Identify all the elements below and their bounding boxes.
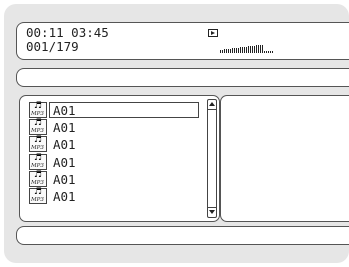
level-bar [234,48,235,53]
mp3-file-icon: ♬ MP3 [29,102,47,118]
music-note-icon: ♬ [34,118,43,129]
mp3-file-icon: ♬ MP3 [29,118,47,136]
list-item-label: A01 [53,120,76,136]
mp3-file-icon: ♬ MP3 [29,169,47,187]
mp3-file-icon: ♬ MP3 [29,152,47,170]
level-bar [268,51,269,53]
mp3-label: MP3 [31,179,44,186]
music-note-icon: ♬ [34,187,43,197]
level-bar [248,46,249,53]
time-display: 00:11 03:45 [26,26,109,39]
mp3-label: MP3 [31,197,44,203]
elapsed-time: 00:11 [26,25,64,40]
list-item[interactable]: ♬ MP3 A01 [29,136,202,153]
scroll-down-arrow-icon[interactable] [208,207,216,217]
level-bar [250,46,251,53]
level-bar [252,46,253,53]
level-bar [224,49,225,53]
mp3-label: MP3 [31,111,44,117]
list-item-label: A01 [49,102,199,118]
level-bar [228,49,229,53]
level-bar [258,45,259,53]
level-bar [260,45,261,53]
mp3-label: MP3 [31,162,44,169]
mp3-file-icon: ♬ MP3 [29,135,47,153]
list-item[interactable]: ♬ MP3 A01 [29,169,202,188]
list-item[interactable]: ♬ MP3 A01 [29,102,202,119]
level-bar [230,49,231,53]
level-bar [254,46,255,53]
preview-panel [220,95,349,222]
level-bar [264,51,265,53]
level-bar [266,51,267,53]
mp3-file-icon: ♬ MP3 [29,188,47,204]
level-bar [236,48,237,53]
level-bar [242,47,243,53]
level-bar [244,47,245,53]
file-list[interactable]: ♬ MP3 A01 ♬ MP3 A01 ♬ MP3 A01 ♬ MP3 A01 ♬ MP3 A01 ♬ MP3 A… [19,95,220,222]
player-screen: 00:11 03:45 001/179 ♬ MP3 A01 ♬ MP3 A01 ♬ MP3 A0… [4,4,349,263]
music-note-icon: ♬ [34,169,43,180]
track-position: 001/179 [26,39,79,54]
level-bar [270,51,271,53]
status-bar [16,68,349,87]
list-item-label: A01 [53,154,76,170]
list-item[interactable]: ♬ MP3 A01 [29,188,202,205]
playback-info-panel: 00:11 03:45 001/179 [16,22,349,60]
level-bar [238,48,239,53]
level-bar [246,47,247,53]
music-note-icon: ♬ [34,101,43,111]
music-note-icon: ♬ [34,152,43,163]
music-note-icon: ♬ [34,135,43,146]
mp3-label: MP3 [31,145,44,152]
list-item[interactable]: ♬ MP3 A01 [29,119,202,136]
total-time: 03:45 [71,25,109,40]
list-item-label: A01 [53,189,76,204]
level-bar [262,45,263,53]
bottom-status-bar [16,226,349,245]
level-bar [272,51,273,53]
list-item-label: A01 [53,171,76,187]
level-bar [232,48,233,53]
level-bar [220,50,221,53]
list-item-label: A01 [53,137,76,153]
level-bar [240,47,241,53]
level-bar [222,50,223,53]
level-meter [220,43,273,53]
mp3-label: MP3 [31,128,44,135]
list-item[interactable]: ♬ MP3 A01 [29,152,202,171]
level-bar [256,45,257,53]
scroll-up-arrow-icon[interactable] [208,100,216,110]
play-icon [208,29,218,37]
scrollbar[interactable] [207,99,217,218]
level-bar [226,49,227,53]
